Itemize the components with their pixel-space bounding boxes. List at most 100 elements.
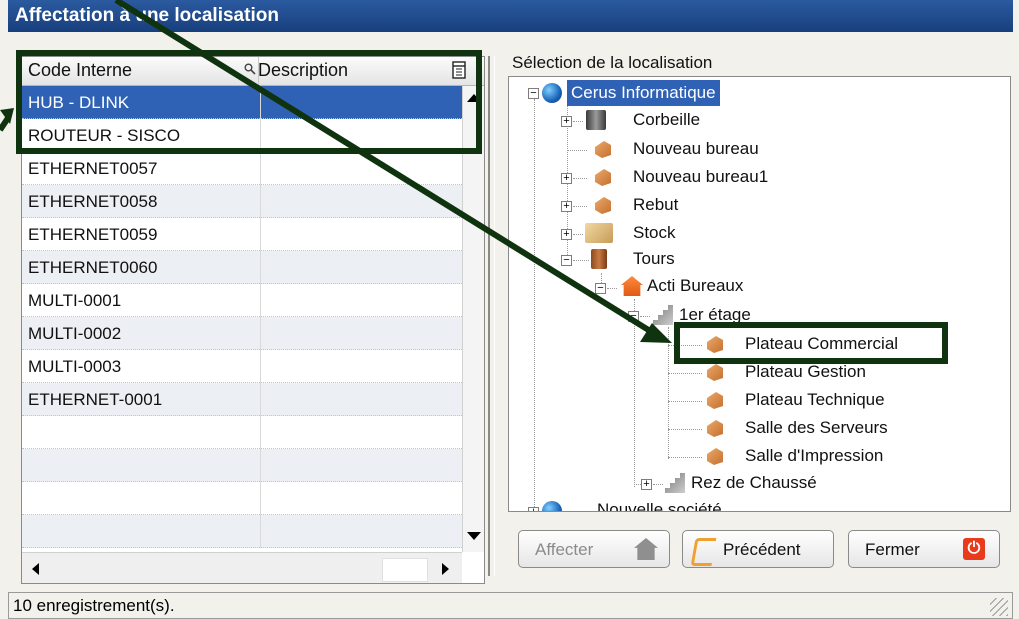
scroll-thumb[interactable]	[382, 558, 428, 582]
vertical-scrollbar[interactable]	[462, 86, 484, 552]
row-code: MULTI-0001	[28, 291, 122, 310]
row-divider	[260, 449, 261, 482]
collapse-icon[interactable]: −	[628, 311, 639, 322]
row-description	[260, 284, 261, 317]
office-icon	[707, 392, 723, 409]
tree-connector	[573, 260, 589, 261]
globe-icon	[542, 501, 562, 511]
tree-connector	[653, 484, 663, 485]
office-icon	[707, 364, 723, 381]
tree-connector	[573, 178, 587, 179]
tree-connector	[668, 373, 702, 374]
highlight-box-rows	[16, 50, 482, 154]
row-code: MULTI-0002	[28, 324, 122, 343]
table-row[interactable]: ETHERNET0057	[22, 152, 462, 185]
office-icon	[595, 197, 611, 214]
expand-icon[interactable]: +	[561, 229, 572, 240]
dialog-window: Affectation à une localisation Code Inte…	[0, 0, 1019, 619]
row-divider	[260, 416, 261, 449]
tree-connector	[607, 288, 617, 289]
row-description	[260, 350, 261, 383]
splitter[interactable]	[488, 56, 495, 576]
box-icon	[585, 223, 613, 243]
precedent-button[interactable]: Précédent	[682, 530, 834, 568]
row-description	[260, 152, 261, 185]
affecter-button-label: Affecter	[535, 540, 594, 559]
tree-connector	[668, 457, 702, 458]
trash-icon	[586, 110, 606, 130]
empty-row	[22, 449, 462, 482]
back-arrow-icon	[690, 538, 717, 566]
collapse-icon[interactable]: −	[595, 283, 606, 294]
tree-node-label: Tours	[633, 249, 675, 268]
row-description	[260, 218, 261, 251]
stairs-icon	[653, 305, 673, 325]
tree-node-label: Nouveau bureau1	[633, 167, 769, 186]
tree-connector	[668, 327, 669, 459]
table-row[interactable]: ETHERNET0058	[22, 185, 462, 218]
scroll-down-icon[interactable]	[467, 532, 481, 540]
tree-label: Sélection de la localisation	[512, 53, 713, 72]
collapse-icon[interactable]: −	[528, 88, 539, 99]
expand-icon[interactable]: +	[528, 507, 539, 511]
expand-icon[interactable]: +	[641, 479, 652, 490]
house-icon	[621, 276, 643, 296]
table-row[interactable]: MULTI-0003	[22, 350, 462, 383]
horizontal-scrollbar[interactable]	[22, 552, 462, 583]
house-icon	[634, 538, 658, 560]
scroll-right-icon[interactable]	[442, 563, 449, 575]
collapse-icon[interactable]: −	[561, 255, 572, 266]
row-code: ETHERNET0058	[28, 192, 158, 211]
tree-node-label: Nouveau bureau	[633, 139, 759, 158]
row-divider	[260, 515, 261, 548]
tree-node-label: Rebut	[633, 195, 679, 214]
table-row[interactable]: ETHERNET0060	[22, 251, 462, 284]
status-bar: 10 enregistrement(s).	[8, 592, 1013, 619]
office-icon	[595, 169, 611, 186]
tree-connector	[534, 99, 535, 511]
empty-row	[22, 515, 462, 548]
expand-icon[interactable]: +	[561, 116, 572, 127]
row-description	[260, 251, 261, 284]
row-code: ETHERNET0059	[28, 225, 158, 244]
close-icon: ⏻	[963, 538, 985, 560]
table-row[interactable]: ETHERNET-0001	[22, 383, 462, 416]
tree-node-label: Rez de Chaussé	[691, 473, 817, 492]
stairs-icon	[665, 473, 685, 493]
tower-icon	[591, 249, 607, 269]
location-tree[interactable]: − Cerus Informatique + Corbeille Nouveau…	[508, 76, 1011, 512]
empty-row	[22, 482, 462, 515]
table-row[interactable]: MULTI-0001	[22, 284, 462, 317]
grid-rows: HUB - DLINK ROUTEUR - SISCO ETHERNET0057…	[22, 86, 462, 548]
resize-grip-icon[interactable]	[990, 598, 1008, 616]
precedent-button-label: Précédent	[723, 540, 801, 559]
row-code: MULTI-0003	[28, 357, 122, 376]
table-row[interactable]: MULTI-0002	[22, 317, 462, 350]
tree-connector	[640, 316, 650, 317]
row-code: ETHERNET-0001	[28, 390, 163, 409]
tree-connector	[573, 121, 583, 122]
tree-node-label: Cerus Informatique	[567, 80, 720, 106]
affecter-button[interactable]: Affecter	[518, 530, 670, 568]
tree-connector	[668, 401, 702, 402]
expand-icon[interactable]: +	[561, 201, 572, 212]
office-icon	[595, 141, 611, 158]
tree-node-label: Stock	[633, 223, 676, 242]
table-row[interactable]: ETHERNET0059	[22, 218, 462, 251]
tree-connector	[634, 484, 641, 485]
office-icon	[707, 448, 723, 465]
tree-node-label: Salle d'Impression	[745, 446, 884, 465]
expand-icon[interactable]: +	[561, 173, 572, 184]
scroll-left-icon[interactable]	[32, 563, 39, 575]
empty-row	[22, 416, 462, 449]
record-count: 10 enregistrement(s).	[13, 596, 175, 615]
fermer-button[interactable]: Fermer ⏻	[848, 530, 1000, 568]
tree-node-label: Nouvelle société	[597, 500, 722, 512]
row-description	[260, 185, 261, 218]
row-code: ETHERNET0060	[28, 258, 158, 277]
tree-connector	[567, 150, 587, 151]
highlight-box-target	[674, 322, 948, 364]
window-title: Affectation à une localisation	[8, 0, 1013, 32]
tree-connector	[573, 234, 583, 235]
arrow-head	[0, 108, 14, 124]
